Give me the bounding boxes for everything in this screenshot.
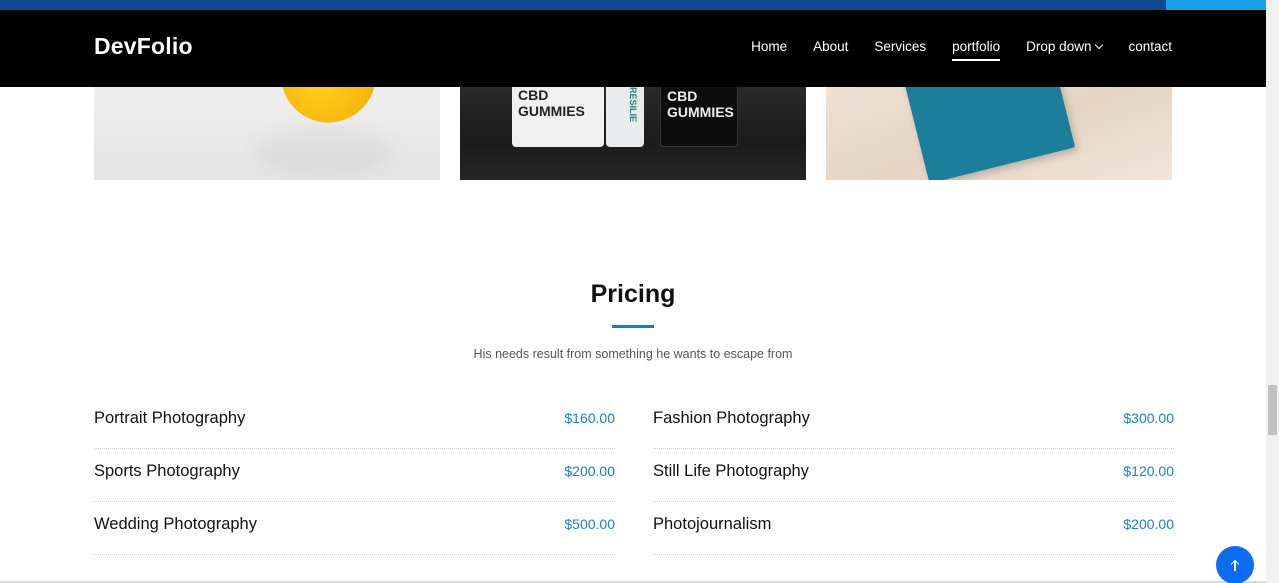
nav-services[interactable]: Services bbox=[874, 39, 926, 54]
price-item: Portrait Photography $160.00 bbox=[94, 396, 615, 449]
portfolio-image-spoon[interactable] bbox=[94, 87, 440, 180]
pricing-subtitle: His needs result from something he wants… bbox=[473, 347, 793, 361]
download-button[interactable] bbox=[1166, 0, 1266, 10]
price-item-name: Portrait Photography bbox=[94, 409, 246, 427]
nav-portfolio[interactable]: portfolio bbox=[952, 39, 1001, 61]
price-item-price: $300.00 bbox=[1123, 410, 1174, 426]
price-item-price: $200.00 bbox=[1123, 516, 1174, 532]
scrollbar-thumb[interactable] bbox=[1268, 385, 1277, 435]
nav-dropdown-label: Drop down bbox=[1026, 39, 1092, 54]
price-item: Sports Photography $200.00 bbox=[94, 449, 615, 502]
back-to-top-button[interactable] bbox=[1216, 546, 1254, 583]
price-item-price: $160.00 bbox=[564, 410, 615, 426]
price-item: Photojournalism $200.00 bbox=[653, 502, 1174, 555]
price-item-name: Sports Photography bbox=[94, 462, 240, 480]
price-item-price: $200.00 bbox=[564, 463, 615, 479]
price-item: Still Life Photography $120.00 bbox=[653, 449, 1174, 502]
portfolio-image-book[interactable] bbox=[826, 87, 1172, 180]
title-underline bbox=[612, 325, 654, 328]
price-item-name: Wedding Photography bbox=[94, 515, 257, 533]
price-item-price: $120.00 bbox=[1123, 463, 1174, 479]
page-scrollbar[interactable] bbox=[1266, 0, 1279, 583]
nav-home[interactable]: Home bbox=[751, 39, 787, 54]
image-shadow bbox=[254, 127, 394, 177]
blue-book-shape bbox=[902, 87, 1076, 180]
price-item-name: Still Life Photography bbox=[653, 462, 809, 480]
price-item-name: Fashion Photography bbox=[653, 409, 810, 427]
gummies-pouch-black: CBD GUMMIES bbox=[660, 87, 738, 147]
navbar: DevFolio Home About Services portfolio D… bbox=[0, 10, 1266, 87]
price-item-name: Photojournalism bbox=[653, 515, 772, 533]
price-item-price: $500.00 bbox=[564, 516, 615, 532]
page: DevFolio Home About Services portfolio D… bbox=[0, 0, 1279, 583]
pricing-title: Pricing bbox=[590, 280, 676, 308]
gummies-pouch-white: CBD GUMMIES bbox=[512, 87, 604, 147]
portfolio-image-gummies[interactable]: CBD GUMMIES RESILIE CBD GUMMIES bbox=[460, 87, 806, 180]
main-nav: Home About Services portfolio Drop down … bbox=[725, 39, 1172, 61]
nav-dropdown[interactable]: Drop down bbox=[1026, 39, 1104, 54]
price-item: Wedding Photography $500.00 bbox=[94, 502, 615, 555]
arrow-up-icon bbox=[1230, 559, 1240, 571]
brand-logo[interactable]: DevFolio bbox=[94, 33, 193, 60]
nav-contact[interactable]: contact bbox=[1128, 39, 1172, 54]
nav-about[interactable]: About bbox=[813, 39, 848, 54]
chevron-down-icon bbox=[1095, 40, 1104, 49]
price-item: Fashion Photography $300.00 bbox=[653, 396, 1174, 449]
gummies-box: RESILIE bbox=[606, 87, 644, 147]
promo-strip bbox=[0, 0, 1266, 10]
